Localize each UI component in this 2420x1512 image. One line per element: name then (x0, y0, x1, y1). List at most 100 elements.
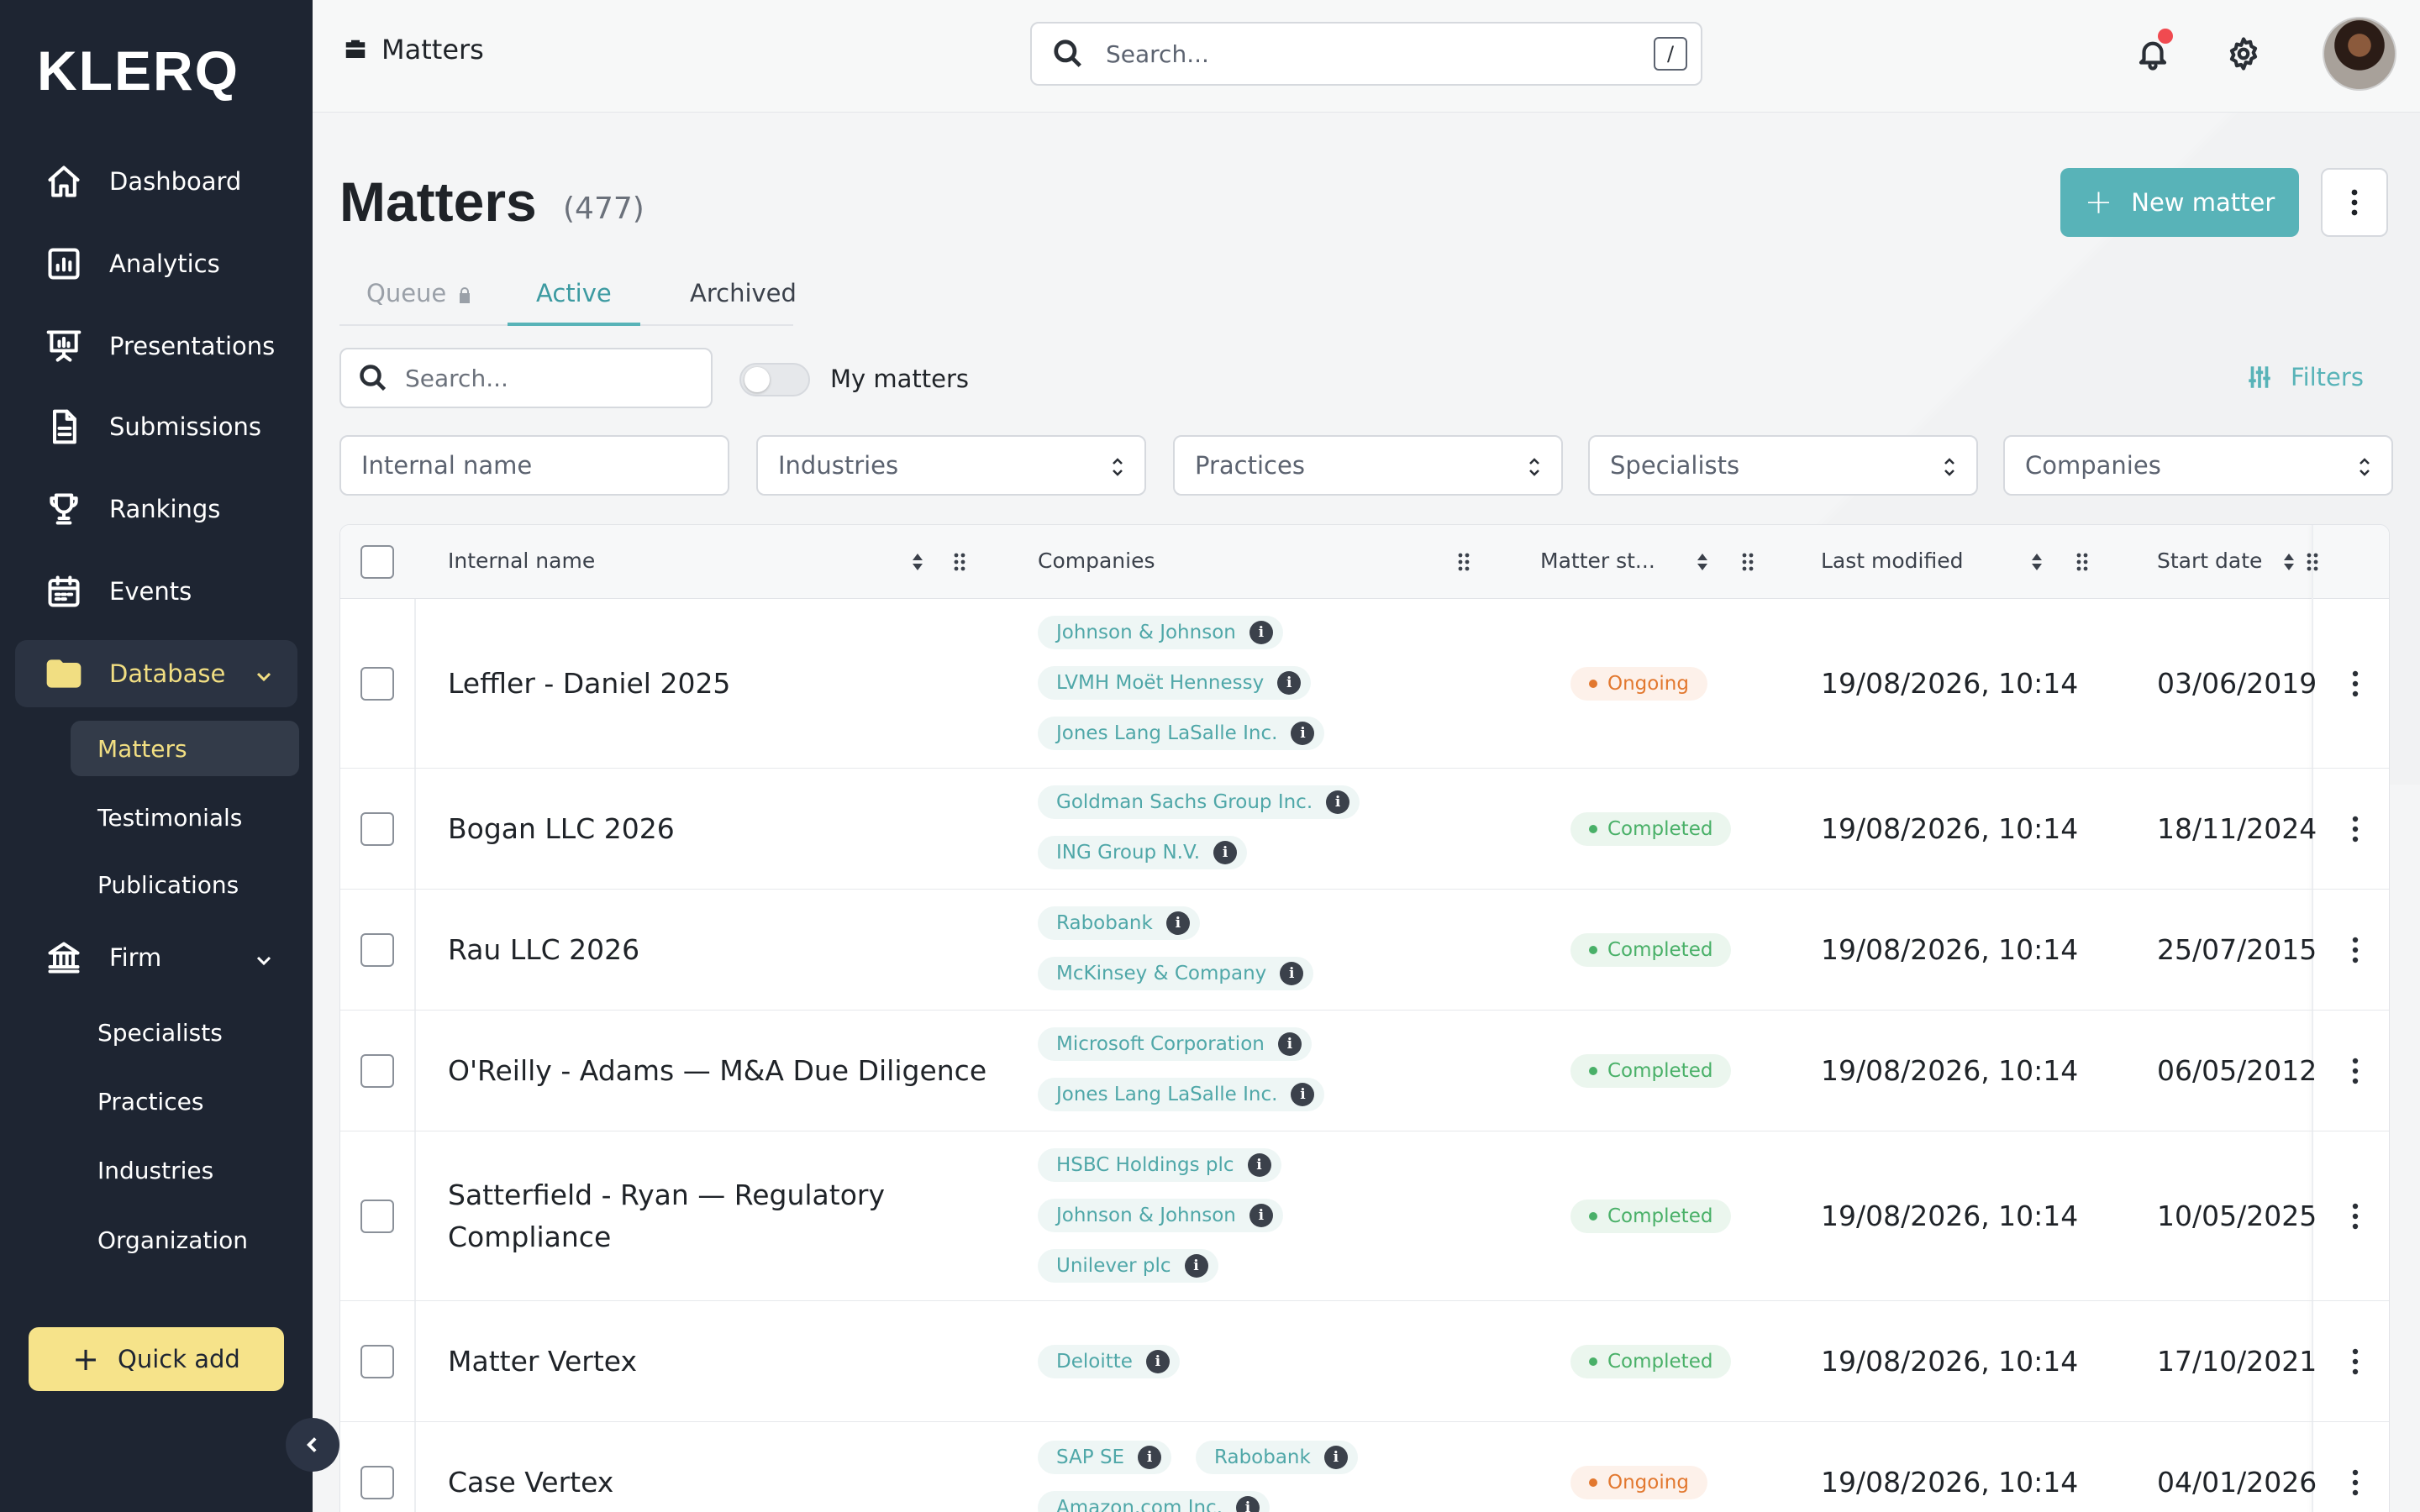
sidebar-item-dashboard[interactable]: Dashboard (15, 148, 297, 215)
quick-add-button[interactable]: + Quick add (29, 1327, 284, 1391)
matter-name[interactable]: Matter Vertex (448, 1341, 1002, 1383)
specialists-filter[interactable]: Specialists (1588, 435, 1978, 496)
row-checkbox[interactable] (360, 812, 394, 846)
row-checkbox[interactable] (360, 1466, 394, 1499)
drag-handle-icon[interactable] (2073, 550, 2091, 574)
company-chip[interactable]: HSBC Holdings plc i (1038, 1148, 1281, 1182)
new-matter-button[interactable]: + New matter (2060, 168, 2299, 237)
sidebar-subitem-industries[interactable]: Industries (71, 1142, 299, 1198)
info-icon[interactable]: i (1138, 1446, 1162, 1469)
sidebar-subitem-organization[interactable]: Organization (71, 1212, 299, 1268)
sidebar-item-rankings[interactable]: Rankings (15, 475, 297, 543)
info-icon[interactable]: i (1277, 671, 1302, 695)
sort-icon[interactable] (2028, 550, 2046, 574)
matters-search-input[interactable]: Search... (339, 348, 713, 408)
matter-name[interactable]: O'Reilly - Adams — M&A Due Diligence (448, 1050, 1002, 1092)
tab-active[interactable]: Active (508, 279, 640, 326)
company-chip[interactable]: Amazon.com Inc. i (1038, 1491, 1270, 1512)
sidebar-subitem-publications[interactable]: Publications (71, 857, 299, 912)
company-chip[interactable]: Johnson & Johnson i (1038, 1199, 1283, 1232)
sidebar-item-events[interactable]: Events (15, 558, 297, 625)
filters-button[interactable]: Filters (2245, 363, 2364, 391)
company-chip[interactable]: SAP SE i (1038, 1441, 1172, 1474)
notifications-button[interactable] (2131, 29, 2175, 76)
row-checkbox[interactable] (360, 933, 394, 967)
sidebar-item-firm[interactable]: Firm (15, 924, 297, 991)
info-icon[interactable]: i (1280, 962, 1304, 985)
company-chip[interactable]: McKinsey & Company i (1038, 957, 1314, 990)
more-options-button[interactable] (2321, 168, 2388, 237)
column-header-start-date[interactable]: Start date (2157, 549, 2262, 573)
practices-filter[interactable]: Practices (1173, 435, 1563, 496)
company-chip[interactable]: LVMH Moët Hennessy i (1038, 666, 1312, 700)
table-row[interactable]: Satterfield - Ryan — Regulatory Complian… (340, 1131, 2389, 1301)
sidebar-subitem-matters[interactable]: Matters (71, 721, 299, 776)
row-actions-button[interactable] (2338, 933, 2372, 967)
row-checkbox[interactable] (360, 1054, 394, 1088)
tab-archived[interactable]: Archived (690, 279, 797, 326)
select-all-checkbox[interactable] (360, 545, 394, 579)
user-avatar[interactable] (2323, 17, 2396, 91)
sort-icon[interactable] (1693, 550, 1712, 574)
info-icon[interactable]: i (1277, 1032, 1302, 1056)
row-checkbox[interactable] (360, 667, 394, 701)
sort-icon[interactable] (908, 550, 927, 574)
brand-logo[interactable]: KLERQ (37, 39, 239, 102)
info-icon[interactable]: i (1323, 1446, 1348, 1469)
info-icon[interactable]: i (1145, 1350, 1170, 1373)
info-icon[interactable]: i (1291, 722, 1315, 745)
row-actions-button[interactable] (2338, 1200, 2372, 1233)
column-header-matter-status[interactable]: Matter st... (1540, 549, 1655, 573)
settings-button[interactable] (2222, 32, 2265, 76)
sidebar-subitem-specialists[interactable]: Specialists (71, 1005, 299, 1060)
info-icon[interactable]: i (1326, 790, 1350, 814)
sidebar-subitem-testimonials[interactable]: Testimonials (71, 790, 299, 845)
sidebar-item-database[interactable]: Database (15, 640, 297, 707)
drag-handle-icon[interactable] (950, 550, 969, 574)
matter-name[interactable]: Satterfield - Ryan — Regulatory Complian… (448, 1174, 918, 1258)
matter-name[interactable]: Bogan LLC 2026 (448, 808, 1002, 850)
table-row[interactable]: Matter Vertex Deloitte i Completed 19/08/202… (340, 1301, 2389, 1422)
table-row[interactable]: Rau LLC 2026 Rabobank i McKinsey & Company i… (340, 890, 2389, 1011)
row-checkbox[interactable] (360, 1200, 394, 1233)
company-chip[interactable]: Johnson & Johnson i (1038, 616, 1283, 649)
column-header-companies[interactable]: Companies (1038, 549, 1155, 573)
tab-queue[interactable]: Queue (366, 279, 471, 326)
row-actions-button[interactable] (2338, 812, 2372, 846)
company-chip[interactable]: Unilever plc i (1038, 1249, 1218, 1283)
industries-filter[interactable]: Industries (756, 435, 1146, 496)
collapse-sidebar-button[interactable] (286, 1418, 339, 1472)
table-row[interactable]: Leffler - Daniel 2025 Johnson & Johnson i L… (340, 599, 2389, 769)
matter-name[interactable]: Leffler - Daniel 2025 (448, 663, 1002, 705)
table-row[interactable]: O'Reilly - Adams — M&A Due Diligence Micr… (340, 1011, 2389, 1131)
sidebar-item-presentations[interactable]: Presentations (15, 312, 297, 380)
company-chip[interactable]: Jones Lang LaSalle Inc. i (1038, 717, 1325, 750)
table-row[interactable]: Case Vertex SAP SE i Rabobank i Amazon.com In… (340, 1422, 2389, 1512)
sort-icon[interactable] (2280, 550, 2298, 574)
company-chip[interactable]: Deloitte i (1038, 1345, 1180, 1378)
sidebar-item-analytics[interactable]: Analytics (15, 230, 297, 297)
info-icon[interactable]: i (1184, 1254, 1208, 1278)
row-actions-button[interactable] (2338, 1466, 2372, 1499)
my-matters-toggle[interactable] (739, 363, 810, 396)
row-actions-button[interactable] (2338, 1345, 2372, 1378)
companies-filter[interactable]: Companies (2003, 435, 2393, 496)
matter-name[interactable]: Rau LLC 2026 (448, 929, 1002, 971)
row-checkbox[interactable] (360, 1345, 394, 1378)
row-actions-button[interactable] (2338, 667, 2372, 701)
company-chip[interactable]: Rabobank i (1196, 1441, 1358, 1474)
sidebar-item-submissions[interactable]: Submissions (15, 393, 297, 460)
info-icon[interactable]: i (1291, 1083, 1315, 1106)
internal-name-filter[interactable]: Internal name (339, 435, 729, 496)
table-row[interactable]: Bogan LLC 2026 Goldman Sachs Group Inc. i I… (340, 769, 2389, 890)
info-icon[interactable]: i (1247, 1153, 1271, 1177)
matter-name[interactable]: Case Vertex (448, 1462, 1002, 1504)
company-chip[interactable]: Rabobank i (1038, 906, 1200, 940)
row-actions-button[interactable] (2338, 1054, 2372, 1088)
info-icon[interactable]: i (1249, 621, 1273, 644)
sidebar-subitem-practices[interactable]: Practices (71, 1074, 299, 1129)
info-icon[interactable]: i (1236, 1496, 1260, 1512)
column-header-last-modified[interactable]: Last modified (1821, 549, 1963, 573)
info-icon[interactable]: i (1249, 1204, 1273, 1227)
global-search-input[interactable]: Search... / (1030, 22, 1702, 86)
